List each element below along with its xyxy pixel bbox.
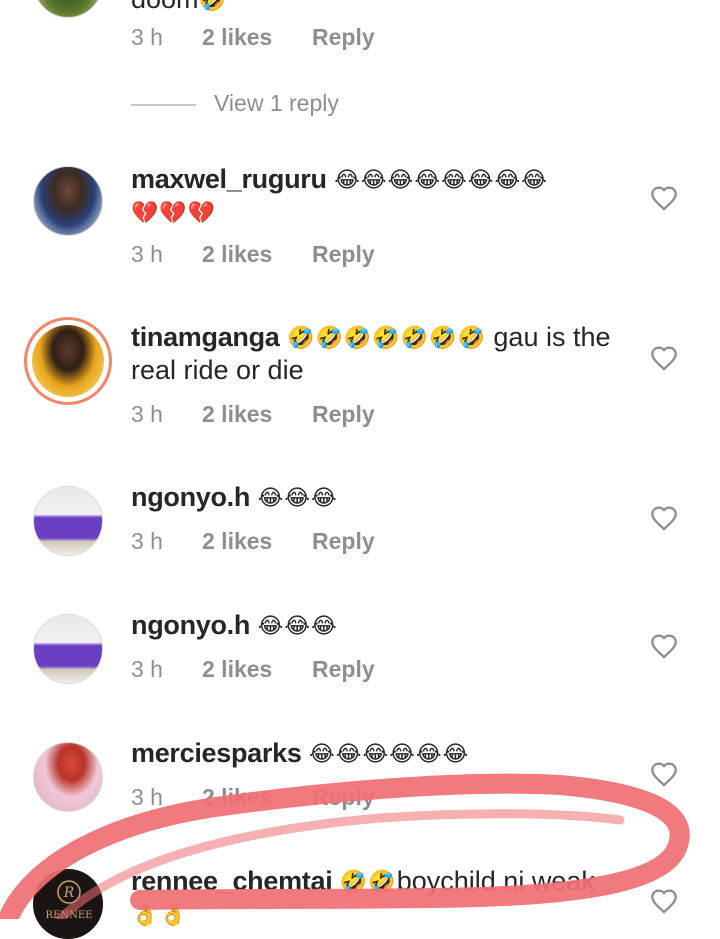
username[interactable]: ngonyo.h xyxy=(131,482,250,512)
avatar-story-ring[interactable] xyxy=(24,317,112,405)
heart-icon[interactable] xyxy=(650,185,678,211)
likes-count[interactable]: 2 likes xyxy=(202,656,272,683)
comment-text: tinamganga 🤣🤣🤣🤣🤣🤣🤣 gau is the real ride … xyxy=(131,321,631,387)
annotation-circle xyxy=(0,773,690,919)
heart-icon[interactable] xyxy=(650,761,678,787)
comment-text: ngonyo.h 😂😂😂 xyxy=(131,481,631,514)
username[interactable]: maxwel_ruguru xyxy=(131,164,327,194)
laughing-emoji: 😂 xyxy=(311,613,337,638)
avatar[interactable] xyxy=(33,742,103,812)
avatar[interactable]: R RENNEE xyxy=(33,869,103,939)
laughing-emoji: 😂 xyxy=(521,167,547,192)
comment-text: rennee_chemtai 🤣🤣boychild ni weak 👌👌 xyxy=(131,865,651,931)
comment-body: boychild ni weak xyxy=(396,866,595,896)
username[interactable]: ngonyo.h xyxy=(131,610,250,640)
heart-icon[interactable] xyxy=(650,345,678,371)
likes-count[interactable]: 2 likes xyxy=(202,24,272,51)
likes-count[interactable]: 2 likes xyxy=(202,528,272,555)
likes-count[interactable]: 2 likes xyxy=(202,401,272,428)
comment-body: doom xyxy=(131,0,199,14)
timestamp: 3 h xyxy=(131,24,163,50)
ok-hand-emoji: 👌 xyxy=(131,902,159,927)
view-replies-label: View 1 reply xyxy=(214,90,339,116)
rofl-emoji: 🤣 xyxy=(343,325,372,350)
laughing-emoji: 😂 xyxy=(309,741,335,766)
laughing-emoji: 😂 xyxy=(284,485,311,510)
avatar[interactable] xyxy=(33,166,103,236)
rennee-logo: R RENNEE xyxy=(46,880,93,921)
laughing-emoji: 😂 xyxy=(467,167,494,192)
laughing-emoji: 😂 xyxy=(414,167,441,192)
timestamp: 3 h xyxy=(131,528,163,554)
laughing-emoji: 😂 xyxy=(441,167,467,192)
avatar[interactable] xyxy=(33,614,103,684)
heart-icon[interactable] xyxy=(650,505,678,531)
rofl-emoji: 🤣 xyxy=(368,869,396,894)
ok-hand-emoji: 👌 xyxy=(159,902,187,927)
reply-button[interactable]: Reply xyxy=(312,241,375,268)
username[interactable]: rennee_chemtai xyxy=(131,866,333,896)
laughing-emoji: 😂 xyxy=(442,741,469,766)
comment-text: maxwel_ruguru 😂😂😂😂😂😂😂😂 💔💔💔 xyxy=(131,163,631,229)
laughing-emoji: 😂 xyxy=(334,167,360,192)
rofl-emoji: 🤣 xyxy=(315,325,343,350)
laughing-emoji: 😂 xyxy=(335,741,362,766)
rofl-emoji: 🤣 xyxy=(429,325,457,350)
broken-heart-emoji: 💔 xyxy=(159,200,187,225)
timestamp: 3 h xyxy=(131,401,163,427)
reply-button[interactable]: Reply xyxy=(312,656,375,683)
timestamp: 3 h xyxy=(131,656,163,682)
laughing-emoji: 😂 xyxy=(311,485,337,510)
username[interactable]: tinamganga xyxy=(131,322,280,352)
svg-text:R: R xyxy=(63,885,75,901)
broken-heart-emoji: 💔 xyxy=(187,200,216,225)
rofl-emoji: 🤣 xyxy=(372,325,400,350)
avatar[interactable] xyxy=(33,486,103,556)
likes-count[interactable]: 2 likes xyxy=(202,241,272,268)
laughing-emoji: 😂 xyxy=(284,613,311,638)
laughing-emoji: 😂 xyxy=(494,167,521,192)
username[interactable]: merciesparks xyxy=(131,738,302,768)
laughing-emoji: 😂 xyxy=(257,485,284,510)
reply-button[interactable]: Reply xyxy=(312,401,375,428)
rofl-emoji: 🤣 xyxy=(287,325,315,350)
avatar[interactable] xyxy=(33,0,103,18)
timestamp: 3 h xyxy=(131,241,163,267)
laughing-emoji: 😂 xyxy=(362,741,389,766)
reply-button[interactable]: Reply xyxy=(312,784,375,811)
rofl-emoji: 🤣 xyxy=(339,869,368,894)
heart-icon[interactable] xyxy=(650,888,678,914)
laughing-emoji: 😂 xyxy=(389,741,415,766)
timestamp: 3 h xyxy=(131,784,163,810)
laughing-emoji: 😂 xyxy=(387,167,414,192)
reply-button[interactable]: Reply xyxy=(312,528,375,555)
rofl-emoji: 🤣 xyxy=(199,0,226,13)
avatar xyxy=(32,325,104,397)
svg-text:RENNEE: RENNEE xyxy=(46,910,93,921)
view-replies-line xyxy=(131,104,196,106)
laughing-emoji: 😂 xyxy=(415,741,442,766)
laughing-emoji: 😂 xyxy=(257,613,284,638)
rofl-emoji: 🤣 xyxy=(400,325,429,350)
reply-button[interactable]: Reply xyxy=(312,24,375,51)
comment-text: merciesparks 😂😂😂😂😂😂 xyxy=(131,737,631,770)
comment-text: ngonyo.h 😂😂😂 xyxy=(131,609,631,642)
laughing-emoji: 😂 xyxy=(360,167,387,192)
likes-count[interactable]: 2 likes xyxy=(202,784,272,811)
comment-text: doom🤣 xyxy=(131,0,631,16)
heart-icon[interactable] xyxy=(650,633,678,659)
rofl-emoji: 🤣 xyxy=(457,325,485,350)
broken-heart-emoji: 💔 xyxy=(131,200,159,225)
